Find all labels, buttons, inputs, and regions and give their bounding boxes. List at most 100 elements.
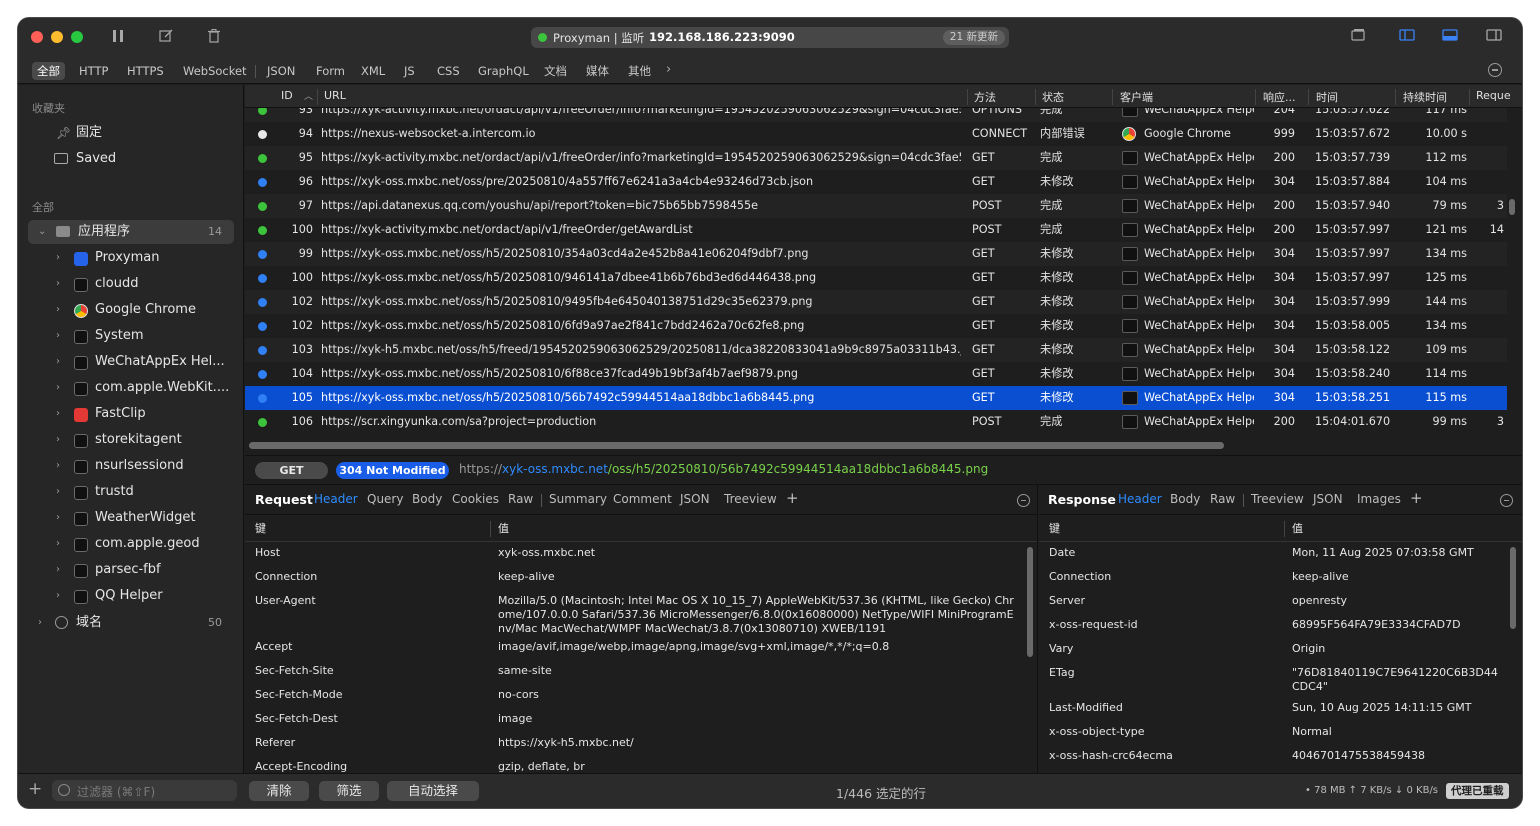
sidebar-item-app[interactable]: › cloudd [28, 272, 234, 296]
column-response-code[interactable]: 响应... [1263, 89, 1296, 105]
column-duration[interactable]: 持续时间 [1403, 89, 1447, 105]
more-options-icon[interactable] [1017, 494, 1030, 507]
chevron-right-icon[interactable]: › [56, 428, 60, 452]
sidebar-item-app[interactable]: › com.apple.WebKit.... [28, 376, 234, 400]
header-value[interactable]: keep-alive [498, 570, 1018, 584]
column-method[interactable]: 方法 [974, 89, 996, 105]
column-status[interactable]: 状态 [1042, 89, 1064, 105]
table-row[interactable]: 94 https://nexus-websocket-a.intercom.io C… [245, 122, 1507, 146]
filter-tab-other[interactable]: 其他 [623, 62, 656, 80]
table-row[interactable]: 100 https://xyk-activity.mxbc.net/ordact/… [245, 218, 1507, 242]
tab-response-treeview[interactable]: Treeview [1251, 492, 1304, 506]
sidebar-item-app[interactable]: › System [28, 324, 234, 348]
table-row[interactable]: 100 https://xyk-oss.mxbc.net/oss/h5/20250… [245, 266, 1507, 290]
header-value[interactable]: gzip, deflate, br [498, 760, 1018, 773]
filter-tab-css[interactable]: CSS [432, 62, 465, 80]
add-tab-icon[interactable]: + [786, 489, 799, 507]
chevron-right-icon[interactable]: › [56, 272, 60, 296]
tab-request-comment[interactable]: Comment [613, 492, 672, 506]
header-value[interactable]: Mozilla/5.0 (Macintosh; Intel Mac OS X 1… [498, 594, 1018, 636]
chevron-right-icon[interactable]: › [56, 584, 60, 608]
address-bar[interactable]: Proxyman | 监听 192.168.186.223:9090 21 新更… [531, 27, 1009, 48]
sidebar-item-app[interactable]: › nsurlsessiond [28, 454, 234, 478]
table-row[interactable]: 99 https://xyk-oss.mxbc.net/oss/h5/202508… [245, 242, 1507, 266]
tab-request-json[interactable]: JSON [680, 492, 710, 506]
header-value[interactable]: keep-alive [1292, 570, 1504, 584]
request-url[interactable]: https://xyk-oss.mxbc.net/oss/h5/20250810… [459, 462, 988, 476]
sidebar-item-app[interactable]: › com.apple.geod [28, 532, 234, 556]
window-layout-icon[interactable] [1348, 28, 1368, 46]
sidebar-item-app[interactable]: › trustd [28, 480, 234, 504]
minimize-window-button[interactable] [51, 31, 63, 43]
chevron-right-icon[interactable]: › [56, 376, 60, 400]
table-row[interactable]: 103 https://xyk-h5.mxbc.net/oss/h5/freed/… [245, 338, 1507, 362]
header-value[interactable]: Normal [1292, 725, 1504, 739]
left-panel-toggle-icon[interactable] [1397, 28, 1417, 46]
auto-select-button[interactable]: 自动选择 [387, 781, 479, 801]
tab-response-images[interactable]: Images [1357, 492, 1401, 506]
tab-request-query[interactable]: Query [367, 492, 403, 506]
header-value[interactable]: https://xyk-h5.mxbc.net/ [498, 736, 1018, 750]
chevron-right-icon[interactable]: › [666, 62, 671, 77]
filter-tab-graphql[interactable]: GraphQL [473, 62, 534, 80]
tab-request-summary[interactable]: Summary [549, 492, 607, 506]
sidebar-item-app[interactable]: › FastClip [28, 402, 234, 426]
filter-tab-https[interactable]: HTTPS [122, 62, 169, 80]
tab-request-treeview[interactable]: Treeview [724, 492, 777, 506]
chevron-right-icon[interactable]: › [56, 454, 60, 478]
header-value[interactable]: Mon, 11 Aug 2025 07:03:58 GMT [1292, 546, 1504, 560]
column-id[interactable]: ID [281, 89, 293, 102]
sidebar-item-app[interactable]: › QQ Helper [28, 584, 234, 608]
filter-tab-http[interactable]: HTTP [74, 62, 113, 80]
column-request-size[interactable]: Reque [1476, 89, 1511, 102]
header-value[interactable]: same-site [498, 664, 1018, 678]
vertical-scrollbar[interactable] [1510, 547, 1516, 629]
filter-tab-json[interactable]: JSON [262, 62, 300, 80]
clear-button[interactable]: 清除 [249, 781, 309, 801]
more-options-icon[interactable] [1488, 63, 1502, 77]
tab-response-body[interactable]: Body [1170, 492, 1200, 506]
tab-response-json[interactable]: JSON [1313, 492, 1343, 506]
header-value[interactable]: no-cors [498, 688, 1018, 702]
chevron-right-icon[interactable]: › [56, 350, 60, 374]
sidebar-item-app[interactable]: › Google Chrome [28, 298, 234, 322]
filter-tab-all[interactable]: 全部 [32, 62, 65, 80]
chevron-right-icon[interactable]: › [56, 298, 60, 322]
sidebar-group-apps[interactable]: ⌄ 应用程序 14 [28, 220, 234, 244]
chevron-right-icon[interactable]: › [56, 324, 60, 348]
column-client[interactable]: 客户端 [1120, 89, 1153, 105]
tab-request-raw[interactable]: Raw [508, 492, 533, 506]
sidebar-item-saved[interactable]: Saved [28, 147, 234, 171]
tab-request-cookies[interactable]: Cookies [452, 492, 499, 506]
table-row[interactable]: 102 https://xyk-oss.mxbc.net/oss/h5/20250… [245, 290, 1507, 314]
zoom-window-button[interactable] [71, 31, 83, 43]
sidebar-item-app[interactable]: › parsec-fbf [28, 558, 234, 582]
chevron-right-icon[interactable]: › [56, 402, 60, 426]
filter-tab-media[interactable]: 媒体 [581, 62, 614, 80]
header-value[interactable]: xyk-oss.mxbc.net [498, 546, 1018, 560]
tab-request-header[interactable]: Header [314, 492, 358, 506]
column-url[interactable]: URL [324, 89, 346, 102]
header-value[interactable]: "76D81840119C7E9641220C6B3D44CDC4" [1292, 666, 1504, 694]
header-value[interactable]: image/avif,image/webp,image/apng,image/s… [498, 640, 1018, 654]
filter-input[interactable]: 过滤器 (⌘⇧F) [52, 780, 237, 801]
chevron-right-icon[interactable]: › [38, 611, 42, 635]
updates-badge[interactable]: 21 新更新 [942, 30, 1005, 45]
bottom-panel-toggle-icon[interactable] [1440, 28, 1460, 46]
sidebar-item-app[interactable]: › WeChatAppEx Hel... [28, 350, 234, 374]
tab-response-header[interactable]: Header [1118, 492, 1162, 506]
table-row[interactable]: 97 https://api.datanexus.qq.com/youshu/ap… [245, 194, 1507, 218]
header-value[interactable]: 68995F564FA79E3334CFAD7D [1292, 618, 1504, 632]
filter-tab-websocket[interactable]: WebSocket [178, 62, 252, 80]
horizontal-scrollbar[interactable] [249, 442, 1224, 449]
header-value[interactable]: 4046701475538459438 [1292, 749, 1504, 763]
filter-tab-js[interactable]: JS [399, 62, 420, 80]
table-row[interactable]: 105 https://xyk-oss.mxbc.net/oss/h5/20250… [245, 386, 1507, 410]
trash-icon[interactable] [204, 28, 224, 46]
add-icon[interactable]: + [28, 779, 42, 799]
filter-tab-xml[interactable]: XML [356, 62, 390, 80]
chevron-right-icon[interactable]: › [56, 246, 60, 270]
header-value[interactable]: Origin [1292, 642, 1504, 656]
table-row[interactable]: 95 https://xyk-activity.mxbc.net/ordact/a… [245, 146, 1507, 170]
filter-tab-form[interactable]: Form [311, 62, 350, 80]
